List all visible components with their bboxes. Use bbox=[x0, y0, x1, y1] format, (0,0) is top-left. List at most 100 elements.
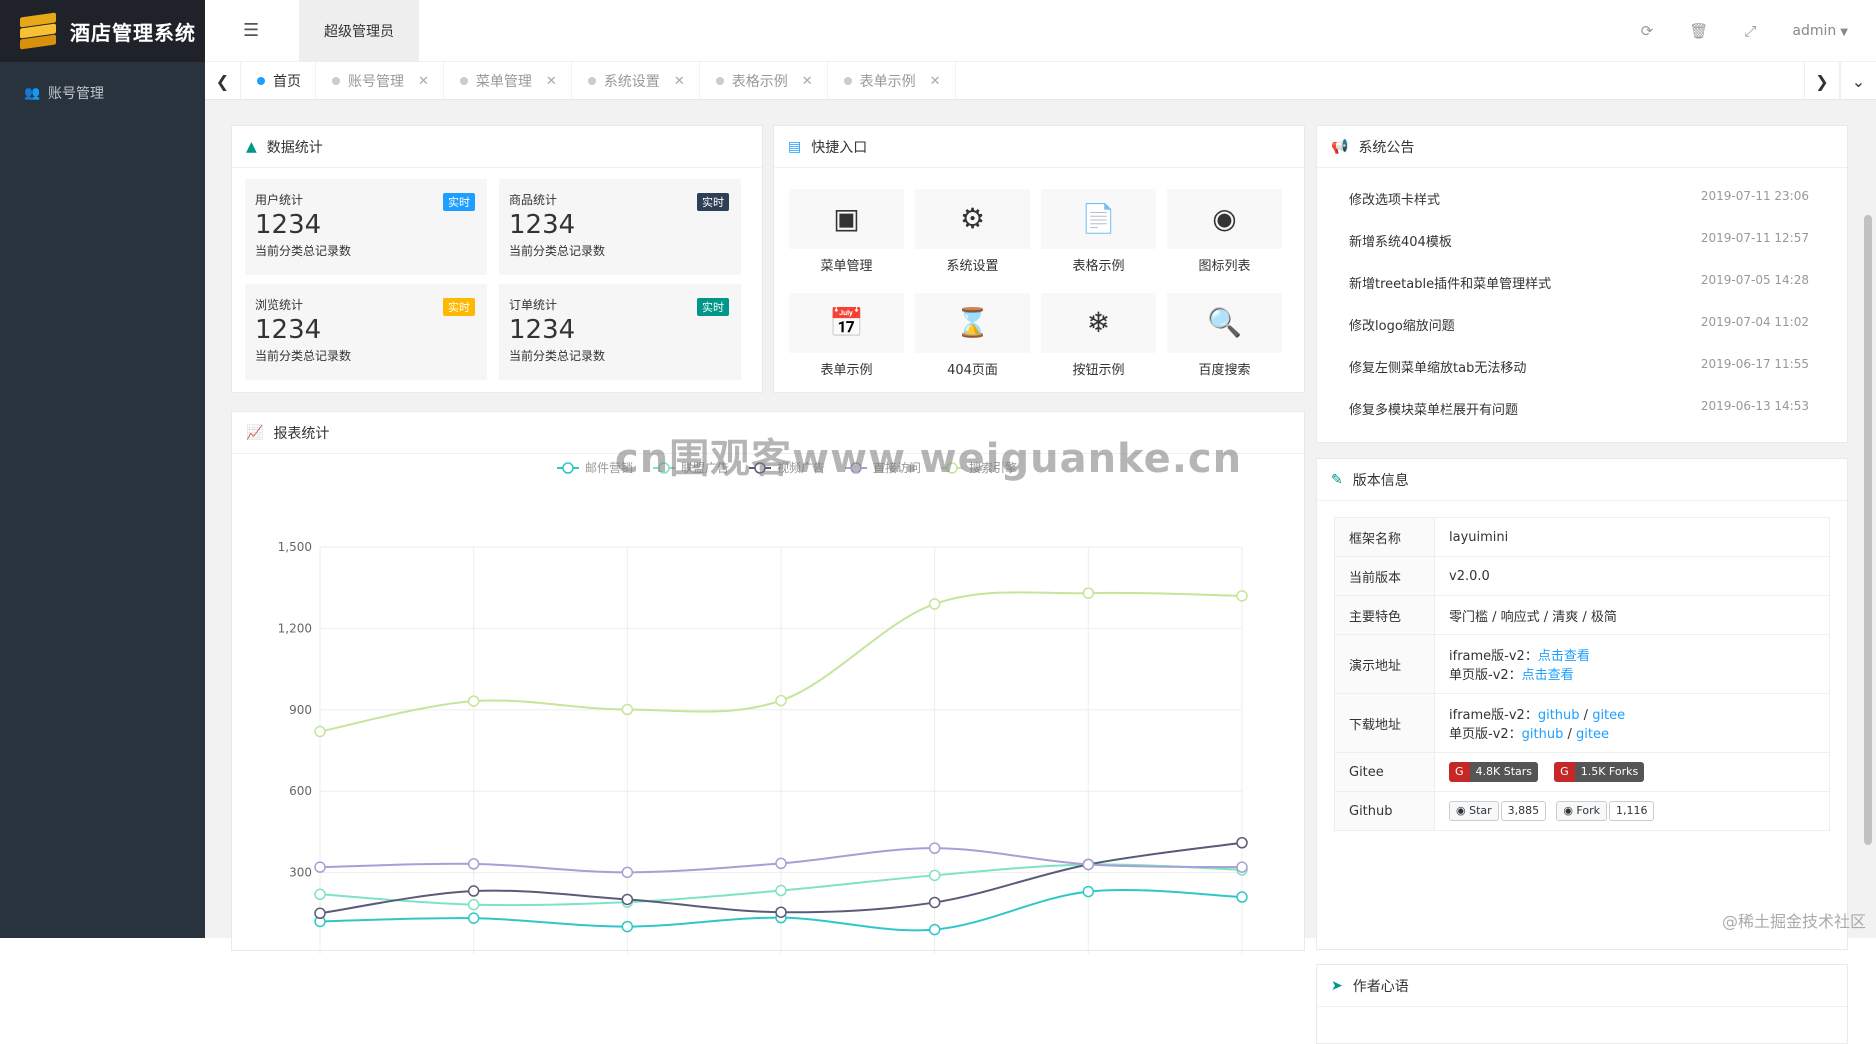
badge-text: 4.8K Stars bbox=[1470, 762, 1539, 782]
tab-menu-manage[interactable]: 菜单管理✕ bbox=[444, 62, 572, 100]
notice-item[interactable]: 新增系统404模板2019-07-11 12:57 bbox=[1349, 231, 1809, 250]
refresh-icon[interactable]: ⟳ bbox=[1641, 22, 1654, 40]
github-link[interactable]: github bbox=[1538, 708, 1580, 723]
stat-views[interactable]: 浏览统计 1234 当前分类总记录数 实时 bbox=[245, 284, 487, 380]
close-icon[interactable]: ✕ bbox=[418, 74, 429, 89]
quick-form-demo[interactable]: 📅表单示例 bbox=[789, 293, 904, 385]
separator: / bbox=[1580, 708, 1593, 723]
data-point bbox=[622, 894, 632, 904]
demo-link-single[interactable]: 点击查看 bbox=[1522, 668, 1574, 683]
card-title: 版本信息 bbox=[1353, 470, 1409, 490]
close-icon[interactable]: ✕ bbox=[802, 74, 813, 89]
quick-baidu-search[interactable]: 🔍百度搜索 bbox=[1167, 293, 1282, 385]
gitee-link[interactable]: gitee bbox=[1592, 708, 1625, 723]
quick-label: 表单示例 bbox=[789, 359, 904, 378]
stats-card-header: ▲ 数据统计 bbox=[232, 126, 762, 168]
stat-value: 1234 bbox=[509, 210, 731, 240]
footer-watermark: @稀土掘金技术社区 bbox=[1722, 908, 1866, 932]
notice-item[interactable]: 修复左侧菜单缩放tab无法移动2019-06-17 11:55 bbox=[1349, 357, 1809, 376]
data-point bbox=[776, 858, 786, 868]
close-icon[interactable]: ✕ bbox=[546, 74, 557, 89]
gitee-forks-badge[interactable]: G1.5K Forks bbox=[1554, 762, 1644, 782]
card-title: 数据统计 bbox=[267, 137, 323, 157]
tab-table-demo[interactable]: 表格示例 ✕ bbox=[700, 62, 828, 100]
data-point bbox=[930, 843, 940, 853]
quick-404-page[interactable]: ⌛404页面 bbox=[915, 293, 1030, 385]
snowflake-icon: ❄ bbox=[1041, 307, 1156, 339]
github-star-button[interactable]: ◉ Star bbox=[1449, 801, 1499, 821]
notice-item[interactable]: 修复多模块菜单栏展开有问题2019-06-13 14:53 bbox=[1349, 399, 1809, 418]
github-link[interactable]: github bbox=[1522, 727, 1564, 742]
line-chart: 3006009001,2001,500邮件营销联盟广告视频广告直接访问搜索引擎 bbox=[232, 454, 1306, 954]
gitee-stars-badge[interactable]: G4.8K Stars bbox=[1449, 762, 1538, 782]
table-row: 框架名称layuimini bbox=[1335, 518, 1830, 557]
version-value: iframe版-v2：github / gitee 单页版-v2：github … bbox=[1435, 694, 1830, 753]
stat-goods[interactable]: 商品统计 1234 当前分类总记录数 实时 bbox=[499, 179, 741, 275]
tab-accounts[interactable]: 账号管理✕ bbox=[316, 62, 444, 100]
notice-item[interactable]: 修改选项卡样式2019-07-11 23:06 bbox=[1349, 189, 1809, 208]
stat-desc: 当前分类总记录数 bbox=[509, 242, 731, 259]
tab-form-demo[interactable]: 表单示例✕ bbox=[828, 62, 956, 100]
gitee-link[interactable]: gitee bbox=[1576, 727, 1609, 742]
app-title: 酒店管理系统 bbox=[70, 17, 196, 46]
menu-toggle-icon[interactable]: ☰ bbox=[243, 20, 259, 41]
fullscreen-icon[interactable]: ⤢ bbox=[1744, 22, 1756, 40]
demo-link-iframe[interactable]: 点击查看 bbox=[1538, 649, 1590, 664]
tab-label: 表格示例 bbox=[732, 71, 788, 91]
tab-scroll-left-icon[interactable]: ❮ bbox=[205, 62, 241, 100]
notice-date: 2019-06-17 11:55 bbox=[1701, 357, 1809, 376]
table-row: 下载地址 iframe版-v2：github / gitee 单页版-v2：gi… bbox=[1335, 694, 1830, 753]
tab-home[interactable]: 首页 bbox=[241, 62, 316, 100]
tab-list: 首页 账号管理✕ 菜单管理✕ 系统设置✕ 表格示例 ✕ 表单示例✕ bbox=[241, 62, 956, 100]
quick-menu-manage[interactable]: ▣菜单管理 bbox=[789, 189, 904, 281]
version-value: layuimini bbox=[1435, 518, 1830, 557]
data-point bbox=[469, 900, 479, 910]
notice-text: 新增系统404模板 bbox=[1349, 231, 1452, 250]
quick-table-demo[interactable]: 📄表格示例 bbox=[1041, 189, 1156, 281]
quick-label: 菜单管理 bbox=[789, 255, 904, 274]
close-icon[interactable]: ✕ bbox=[930, 74, 941, 89]
notice-item[interactable]: 新增treetable插件和菜单管理样式2019-07-05 14:28 bbox=[1349, 273, 1809, 292]
quick-button-demo[interactable]: ❄按钮示例 bbox=[1041, 293, 1156, 385]
data-point bbox=[315, 908, 325, 918]
quick-icon-list[interactable]: ◉图标列表 bbox=[1167, 189, 1282, 281]
notice-text: 修改logo缩放问题 bbox=[1349, 315, 1455, 334]
tab-scroll-right-icon[interactable]: ❯ bbox=[1804, 62, 1840, 100]
data-point bbox=[622, 922, 632, 932]
user-menu[interactable]: admin▼ bbox=[1792, 23, 1848, 39]
gitee-logo-icon: G bbox=[1449, 762, 1470, 782]
quick-label: 404页面 bbox=[915, 359, 1030, 378]
stat-users[interactable]: 用户统计 1234 当前分类总记录数 实时 bbox=[245, 179, 487, 275]
tab-options-icon[interactable]: ⌄ bbox=[1840, 62, 1876, 100]
quick-settings[interactable]: ⚙系统设置 bbox=[915, 189, 1030, 281]
data-point bbox=[1237, 591, 1247, 601]
version-key: 框架名称 bbox=[1335, 518, 1435, 557]
table-row: 当前版本v2.0.0 bbox=[1335, 557, 1830, 596]
button-label: Fork bbox=[1576, 804, 1600, 817]
github-fork-button[interactable]: ◉ Fork bbox=[1556, 801, 1607, 821]
stat-orders[interactable]: 订单统计 1234 当前分类总记录数 实时 bbox=[499, 284, 741, 380]
role-tab[interactable]: 超级管理员 bbox=[299, 0, 419, 62]
data-point bbox=[1237, 838, 1247, 848]
app-logo[interactable]: 酒店管理系统 bbox=[0, 0, 205, 62]
data-point bbox=[622, 867, 632, 877]
status-badge: 实时 bbox=[443, 298, 475, 316]
version-table: 框架名称layuimini 当前版本v2.0.0 主要特色零门槛 / 响应式 /… bbox=[1334, 517, 1830, 831]
quick-label: 系统设置 bbox=[915, 255, 1030, 274]
sidebar-item-accounts[interactable]: 👥 账号管理 bbox=[0, 72, 205, 114]
stat-value: 1234 bbox=[509, 315, 731, 345]
trash-icon[interactable]: 🗑 bbox=[1689, 22, 1708, 40]
tab-settings[interactable]: 系统设置✕ bbox=[572, 62, 700, 100]
version-value: 零门槛 / 响应式 / 清爽 / 极简 bbox=[1435, 596, 1830, 635]
notice-item[interactable]: 修改logo缩放问题2019-07-04 11:02 bbox=[1349, 315, 1809, 334]
scrollbar[interactable] bbox=[1864, 215, 1872, 845]
table-row: Github ◉ Star3,885 ◉ Fork1,116 bbox=[1335, 792, 1830, 831]
data-point bbox=[1083, 887, 1093, 897]
target-icon: ◉ bbox=[1167, 203, 1282, 235]
tab-dot-icon bbox=[460, 77, 468, 85]
stats-card: ▲ 数据统计 用户统计 1234 当前分类总记录数 实时 商品统计 1234 当… bbox=[231, 125, 763, 393]
tab-dot-icon bbox=[844, 77, 852, 85]
close-icon[interactable]: ✕ bbox=[674, 74, 685, 89]
header-actions: ⟳ 🗑 ⤢ admin▼ bbox=[1641, 0, 1848, 62]
data-point bbox=[776, 696, 786, 706]
